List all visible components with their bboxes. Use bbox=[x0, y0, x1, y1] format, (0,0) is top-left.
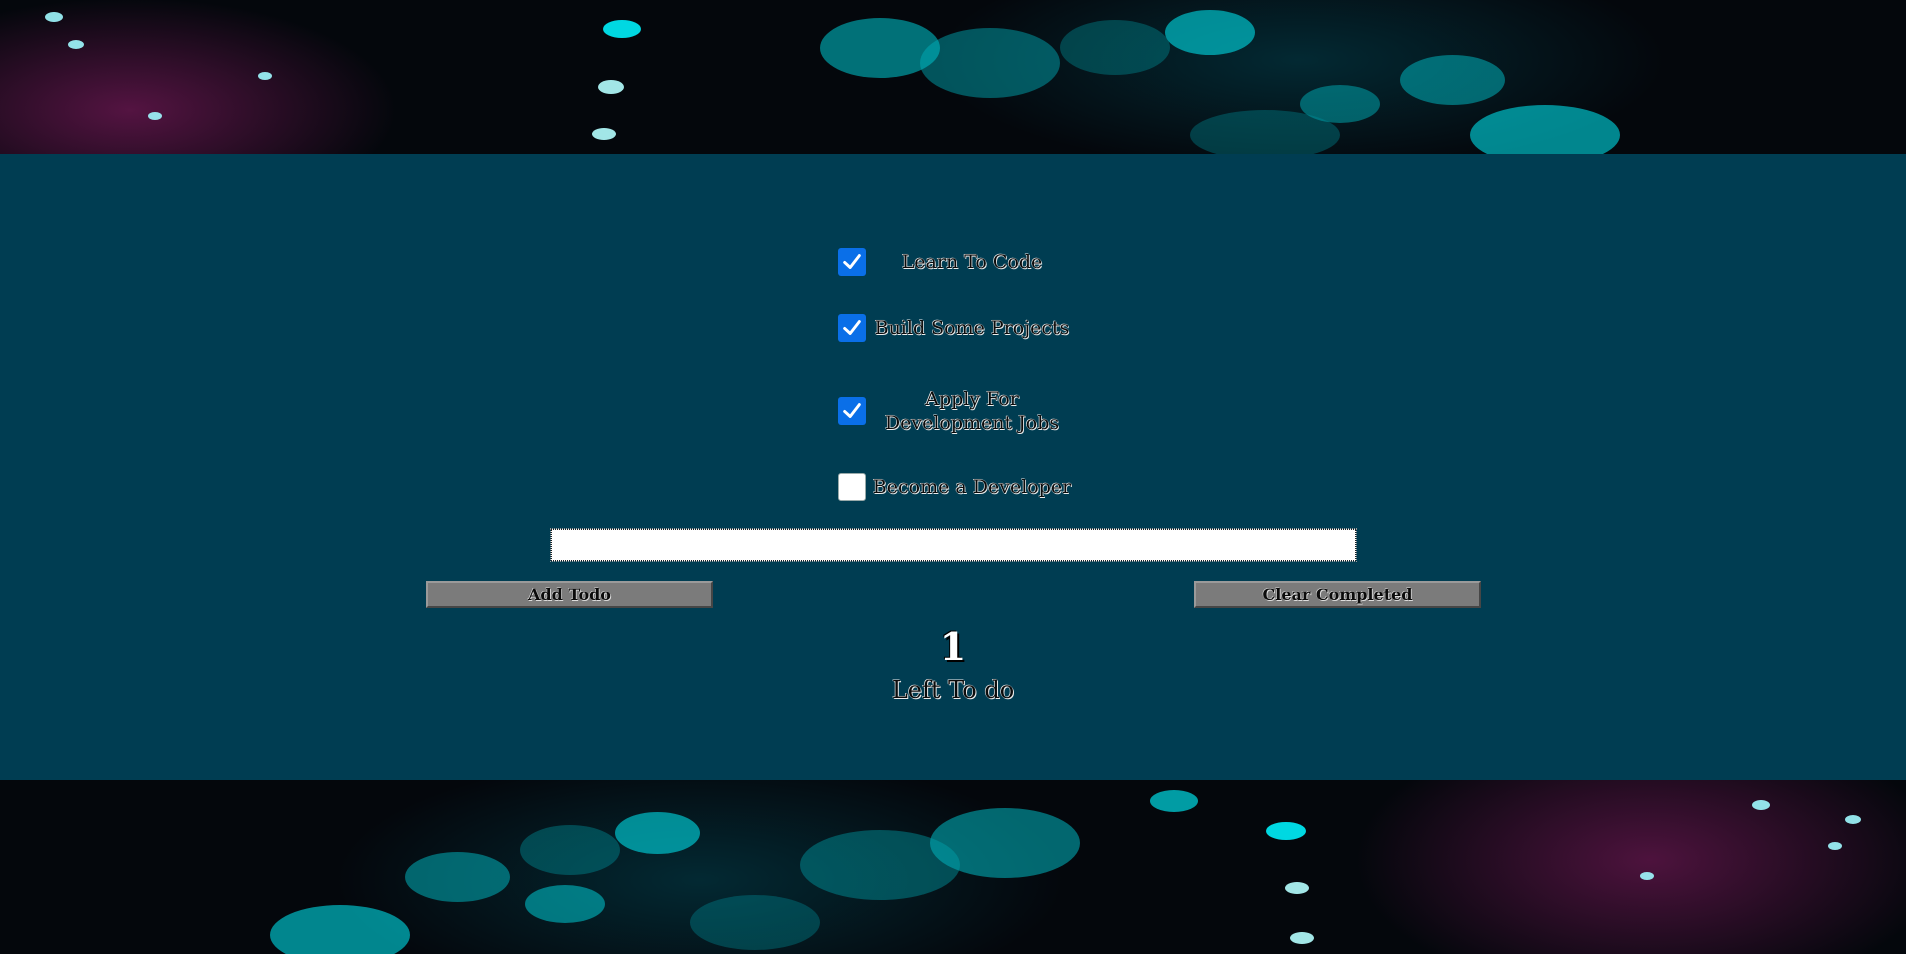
bokeh-light bbox=[592, 128, 616, 140]
bokeh-light bbox=[800, 830, 960, 900]
bokeh-light bbox=[690, 895, 820, 950]
remaining-label: Left To do bbox=[891, 676, 1015, 704]
bokeh-light bbox=[603, 20, 641, 38]
bokeh-light bbox=[68, 40, 84, 49]
todo-label: Build Some Projects bbox=[874, 317, 1070, 339]
todo-checkbox[interactable] bbox=[838, 473, 866, 501]
todo-item: Apply For Development Jobs bbox=[838, 387, 1078, 435]
remaining-count: 1 bbox=[939, 624, 967, 669]
todo-checkbox[interactable] bbox=[838, 248, 866, 276]
bokeh-light bbox=[598, 80, 624, 94]
bokeh-light bbox=[1290, 932, 1314, 944]
new-todo-input[interactable] bbox=[550, 528, 1357, 562]
bokeh-light bbox=[920, 28, 1060, 98]
bokeh-light bbox=[1828, 842, 1842, 850]
todo-checkbox[interactable] bbox=[838, 397, 866, 425]
bokeh-light bbox=[1060, 20, 1170, 75]
bokeh-light bbox=[1266, 822, 1306, 840]
bokeh-light bbox=[270, 905, 410, 954]
bokeh-light bbox=[615, 812, 700, 854]
bokeh-light bbox=[525, 885, 605, 923]
add-todo-button[interactable]: Add Todo bbox=[426, 581, 713, 608]
bokeh-light bbox=[1640, 872, 1654, 880]
bokeh-light bbox=[1400, 55, 1505, 105]
todo-label: Apply For Development Jobs bbox=[884, 388, 1060, 434]
clear-completed-button[interactable]: Clear Completed bbox=[1194, 581, 1481, 608]
bokeh-light bbox=[1150, 790, 1198, 812]
checkmark-icon bbox=[843, 403, 861, 418]
todo-item: Build Some Projects bbox=[838, 314, 1078, 342]
todo-label: Learn To Code bbox=[901, 251, 1043, 273]
bokeh-light bbox=[1165, 10, 1255, 55]
bokeh-light bbox=[45, 12, 63, 22]
checkmark-icon bbox=[843, 320, 861, 335]
bokeh-light bbox=[148, 112, 162, 120]
todo-checkbox[interactable] bbox=[838, 314, 866, 342]
todo-item: Learn To Code bbox=[838, 248, 1078, 276]
bokeh-light bbox=[520, 825, 620, 875]
checkmark-icon bbox=[843, 254, 861, 269]
bokeh-light bbox=[1190, 110, 1340, 160]
bokeh-light bbox=[258, 72, 272, 80]
bokeh-light bbox=[1845, 815, 1861, 824]
bokeh-light bbox=[1285, 882, 1309, 894]
bokeh-light bbox=[1752, 800, 1770, 810]
bokeh-light bbox=[405, 852, 510, 902]
todo-item: Become a Developer bbox=[838, 473, 1078, 501]
todo-label: Become a Developer bbox=[872, 476, 1072, 498]
